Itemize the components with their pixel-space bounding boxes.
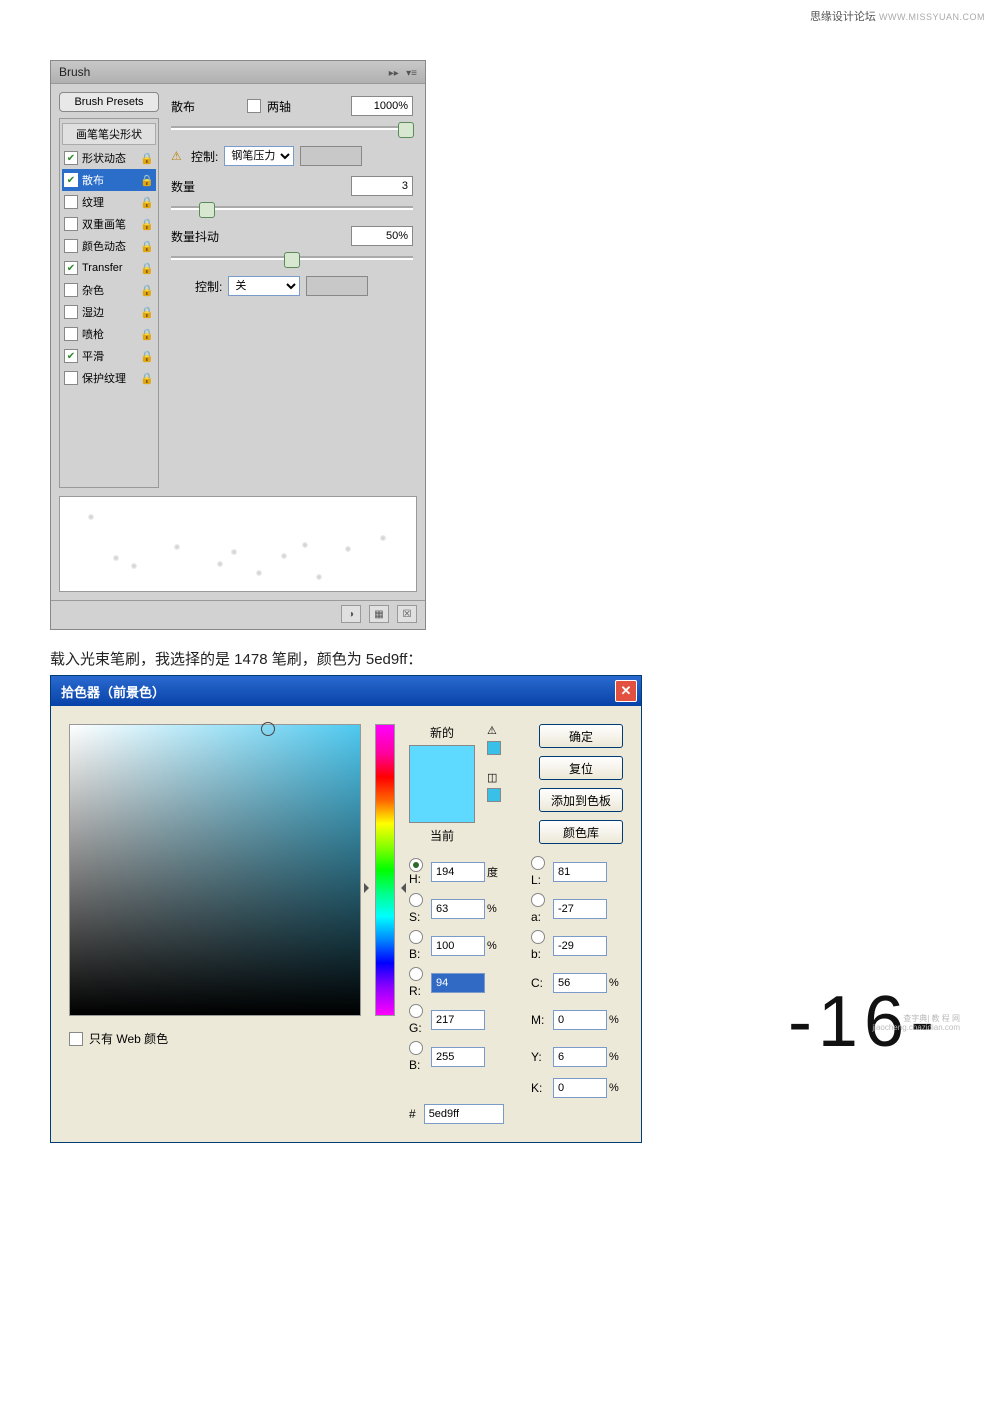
- source-site: 思缘设计论坛: [810, 11, 876, 23]
- scatter-label: 散布: [171, 98, 241, 115]
- brush-panel-header: Brush ▸▸ ▾≡: [51, 61, 425, 84]
- hex-label: #: [409, 1107, 416, 1121]
- source-header: 思缘设计论坛 WWW.MISSYUAN.COM: [810, 8, 985, 24]
- cube-icon[interactable]: ◫: [487, 771, 501, 784]
- ok-button[interactable]: 确定: [539, 724, 623, 748]
- a-input[interactable]: [553, 899, 607, 919]
- delete-preset-icon[interactable]: ☒: [397, 605, 417, 623]
- s-input[interactable]: [431, 899, 485, 919]
- lab-b-radio[interactable]: [531, 930, 545, 944]
- a-radio[interactable]: [531, 893, 545, 907]
- r-radio[interactable]: [409, 967, 423, 981]
- brush-panel-title: Brush: [59, 65, 90, 79]
- dialog-title: 拾色器（前景色）: [61, 682, 165, 701]
- dialog-titlebar: 拾色器（前景色） ✕: [51, 676, 641, 706]
- brush-option[interactable]: 杂色🔒: [62, 279, 156, 301]
- brush-option[interactable]: 纹理🔒: [62, 191, 156, 213]
- bv-input[interactable]: [431, 936, 485, 956]
- brush-option[interactable]: ✔平滑🔒: [62, 345, 156, 367]
- s-radio[interactable]: [409, 893, 423, 907]
- brush-presets-button[interactable]: Brush Presets: [59, 92, 159, 112]
- k-input[interactable]: [553, 1078, 607, 1098]
- count-slider[interactable]: [171, 200, 413, 216]
- g-radio[interactable]: [409, 1004, 423, 1018]
- scatter-value-input[interactable]: [351, 96, 413, 116]
- warning-icon: ⚠: [171, 149, 185, 163]
- hex-input[interactable]: [424, 1104, 504, 1124]
- source-url: WWW.MISSYUAN.COM: [879, 12, 985, 22]
- h-radio[interactable]: [409, 858, 423, 872]
- new-color-label: 新的: [409, 724, 475, 741]
- reset-button[interactable]: 复位: [539, 756, 623, 780]
- new-color-swatch: [410, 746, 474, 784]
- scatter-slider[interactable]: [171, 120, 413, 136]
- l-radio[interactable]: [531, 856, 545, 870]
- color-swatch: [409, 745, 475, 823]
- jitter-label: 数量抖动: [171, 228, 241, 245]
- brush-option[interactable]: 保护纹理🔒: [62, 367, 156, 389]
- color-picker-dialog: 拾色器（前景色） ✕ 只有 Web 颜色 新的: [50, 675, 642, 1143]
- color-field[interactable]: [69, 724, 361, 1016]
- hue-slider[interactable]: [375, 724, 395, 1016]
- both-axes-label: 两轴: [267, 98, 291, 115]
- jitter-input[interactable]: [351, 226, 413, 246]
- both-axes-checkbox[interactable]: [247, 99, 261, 113]
- control2-value-input: [306, 276, 368, 296]
- brush-tip-shape-header[interactable]: 画笔笔尖形状: [62, 123, 156, 145]
- count-label: 数量: [171, 178, 241, 195]
- jitter-slider[interactable]: [171, 250, 413, 266]
- websafe-swatch[interactable]: [487, 788, 501, 802]
- web-only-checkbox[interactable]: [69, 1032, 83, 1046]
- control2-select[interactable]: 关: [228, 276, 300, 296]
- gamut-swatch[interactable]: [487, 741, 501, 755]
- control1-value-input: [300, 146, 362, 166]
- c-input[interactable]: [553, 973, 607, 993]
- control1-label: 控制:: [191, 148, 218, 165]
- instruction-text: 载入光束笔刷，我选择的是 1478 笔刷，颜色为 5ed9ff：: [50, 648, 950, 669]
- corner-watermark: 查字典| 教 程 网 jiaocheng.chazidian.com: [872, 1015, 960, 1033]
- color-marker-icon[interactable]: [261, 722, 275, 736]
- current-color-swatch: [410, 784, 474, 822]
- brush-panel: Brush ▸▸ ▾≡ Brush Presets 画笔笔尖形状 ✔形状动态🔒✔…: [50, 60, 426, 630]
- lab-b-input[interactable]: [553, 936, 607, 956]
- b-input[interactable]: [431, 1047, 485, 1067]
- brush-option[interactable]: ✔Transfer🔒: [62, 257, 156, 279]
- close-icon[interactable]: ✕: [615, 680, 637, 702]
- l-input[interactable]: [553, 862, 607, 882]
- brush-option[interactable]: ✔形状动态🔒: [62, 147, 156, 169]
- bv-radio[interactable]: [409, 930, 423, 944]
- current-color-label: 当前: [409, 827, 475, 844]
- brush-options-list: 画笔笔尖形状 ✔形状动态🔒✔散布🔒纹理🔒双重画笔🔒颜色动态🔒✔Transfer🔒…: [59, 118, 159, 488]
- menu-icon[interactable]: ▾≡: [406, 68, 417, 79]
- new-preset-icon[interactable]: ▦: [369, 605, 389, 623]
- brush-option[interactable]: 双重画笔🔒: [62, 213, 156, 235]
- brush-option[interactable]: ✔散布🔒: [62, 169, 156, 191]
- web-only-label: 只有 Web 颜色: [89, 1030, 168, 1047]
- brush-option[interactable]: 喷枪🔒: [62, 323, 156, 345]
- brush-option[interactable]: 湿边🔒: [62, 301, 156, 323]
- y-input[interactable]: [553, 1047, 607, 1067]
- g-input[interactable]: [431, 1010, 485, 1030]
- gamut-warning-icon[interactable]: ⚠: [487, 724, 501, 737]
- color-library-button[interactable]: 颜色库: [539, 820, 623, 844]
- h-input[interactable]: [431, 862, 485, 882]
- m-input[interactable]: [553, 1010, 607, 1030]
- control2-label: 控制:: [195, 278, 222, 295]
- add-swatch-button[interactable]: 添加到色板: [539, 788, 623, 812]
- collapse-icon[interactable]: ▸▸: [389, 68, 399, 79]
- control1-select[interactable]: 钢笔压力: [224, 146, 294, 166]
- count-input[interactable]: [351, 176, 413, 196]
- r-input[interactable]: [431, 973, 485, 993]
- b-radio[interactable]: [409, 1041, 423, 1055]
- toggle-preview-icon[interactable]: ◑: [341, 605, 361, 623]
- brush-option[interactable]: 颜色动态🔒: [62, 235, 156, 257]
- brush-stroke-preview: [59, 496, 417, 592]
